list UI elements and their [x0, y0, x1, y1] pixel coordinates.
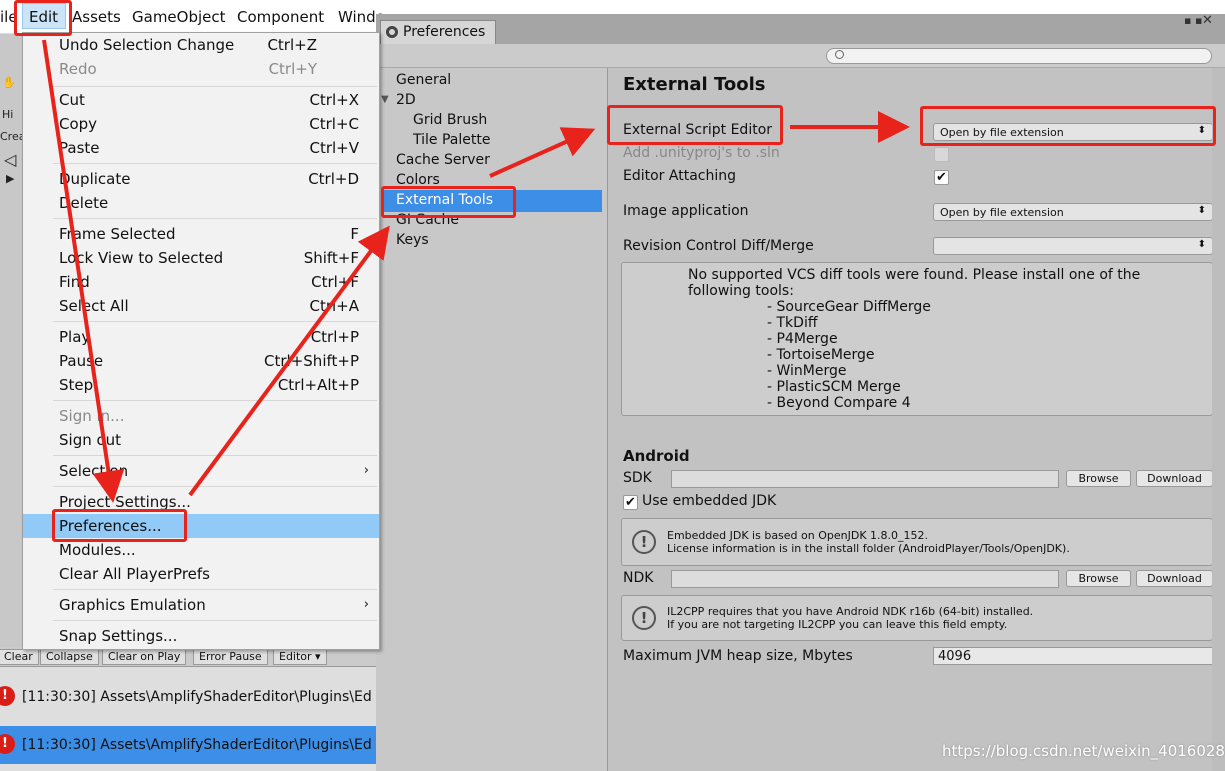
arrow-preferences-to-external-tools	[188, 225, 390, 497]
watermark: https://blog.csdn.net/weixin_40160288	[942, 742, 1225, 760]
annotation-arrows	[42, 39, 910, 503]
arrow-edit-to-preferences	[42, 39, 125, 503]
arrow-external-tools-to-script-editor	[489, 127, 596, 178]
